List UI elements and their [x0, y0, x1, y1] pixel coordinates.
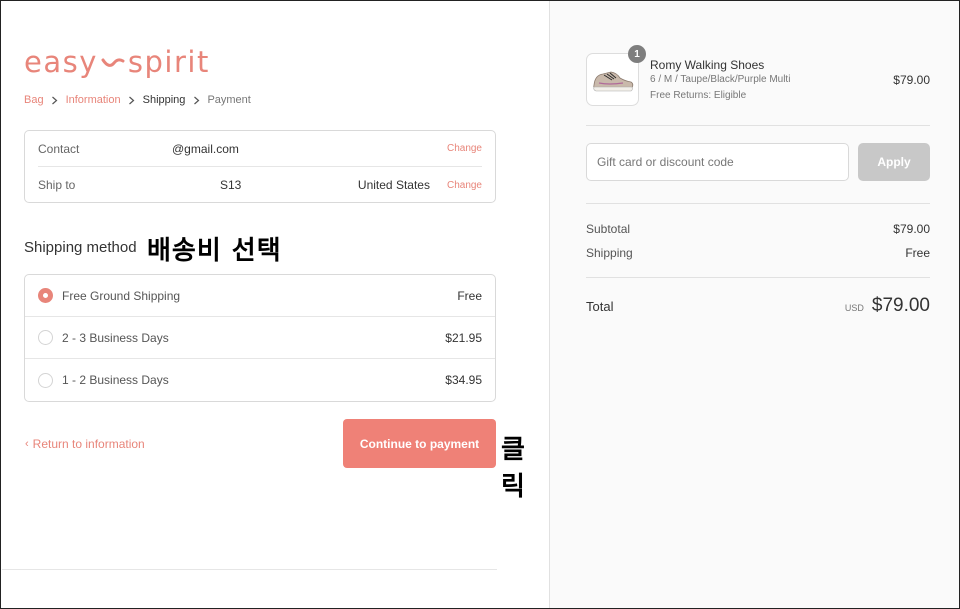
- chevron-right-icon: [185, 96, 207, 105]
- ship-to-row: Ship to S13 United States Change: [38, 167, 482, 203]
- ship-to-country: United States: [357, 178, 430, 192]
- shipping-option-2-3-days[interactable]: 2 - 3 Business Days $21.95: [25, 317, 495, 359]
- annotation-click: 클릭: [501, 435, 526, 502]
- shipping-options: Free Ground Shipping Free 2 - 3 Business…: [24, 274, 496, 402]
- shipping-option-1-2-days[interactable]: 1 - 2 Business Days $34.95: [25, 359, 495, 401]
- radio-unchecked-icon[interactable]: [38, 372, 53, 388]
- total-currency: USD: [844, 303, 864, 313]
- total-row: Total USD $79.00: [586, 293, 930, 319]
- shipping-label: Shipping: [586, 246, 633, 260]
- return-link-label: Return to information: [32, 437, 145, 451]
- apply-discount-button[interactable]: Apply: [858, 143, 930, 181]
- breadcrumb-bag[interactable]: Bag: [24, 94, 44, 106]
- shoe-image: [592, 71, 633, 91]
- product-name: Romy Walking Shoes: [650, 58, 765, 72]
- return-to-information-link[interactable]: ‹ Return to information: [25, 437, 145, 451]
- product-price: $79.00: [893, 73, 930, 87]
- breadcrumb-payment: Payment: [207, 94, 251, 106]
- radio-checked-icon[interactable]: [38, 288, 53, 303]
- order-summary: 1 Romy Walking Shoes 6 / M / Taupe/Black…: [549, 1, 959, 608]
- easy-spirit-logo[interactable]: easy spirit: [24, 44, 210, 80]
- breadcrumb-information[interactable]: Information: [66, 94, 121, 106]
- discount-code-input[interactable]: [586, 143, 849, 181]
- product-variant: 6 / M / Taupe/Black/Purple Multi: [650, 74, 791, 85]
- shipping-option-label: 2 - 3 Business Days: [62, 330, 169, 345]
- shipping-option-price: Free: [457, 288, 482, 303]
- shipping-option-price: $21.95: [445, 330, 482, 345]
- radio-unchecked-icon[interactable]: [38, 330, 53, 345]
- annotation-select-shipping: 배송비 선택: [147, 236, 282, 266]
- chevron-left-icon: ‹: [25, 438, 29, 450]
- shipping-value: Free: [905, 246, 930, 260]
- total-amount: $79.00: [871, 295, 930, 316]
- shipping-method-title: Shipping method: [24, 239, 137, 256]
- shipping-option-price: $34.95: [445, 373, 482, 387]
- review-info-box: Contact @gmail.com Change Ship to S13 Un…: [24, 130, 496, 203]
- footer-divider: [2, 569, 497, 570]
- total-label: Total: [586, 298, 614, 314]
- summary-divider: [586, 203, 930, 204]
- breadcrumb: Bag Information Shipping Payment: [24, 94, 251, 106]
- chevron-right-icon: [121, 96, 143, 105]
- shipping-option-label: 1 - 2 Business Days: [62, 373, 169, 387]
- change-contact-link[interactable]: Change: [447, 143, 482, 154]
- contact-row: Contact @gmail.com Change: [38, 131, 482, 167]
- chevron-right-icon: [44, 96, 66, 105]
- change-address-link[interactable]: Change: [447, 180, 482, 191]
- logo-text-spirit: spirit: [127, 45, 210, 79]
- summary-divider: [586, 277, 930, 278]
- logo-text-easy: easy: [24, 45, 98, 79]
- subtotal-row: Subtotal $79.00: [586, 222, 930, 236]
- ship-to-value: S13: [220, 178, 242, 192]
- checkout-main: easy spirit Bag Information Shipping Pay…: [1, 1, 549, 608]
- logo-swoosh-icon: [101, 58, 125, 67]
- contact-label: Contact: [38, 141, 80, 156]
- breadcrumb-shipping: Shipping: [142, 94, 186, 106]
- shipping-row: Shipping Free: [586, 246, 930, 260]
- total-amount-group: USD $79.00: [845, 295, 930, 317]
- shipping-option-label: Free Ground Shipping: [62, 288, 181, 303]
- subtotal-label: Subtotal: [586, 222, 631, 236]
- quantity-badge: 1: [628, 45, 646, 63]
- summary-divider: [586, 125, 930, 126]
- contact-value: @gmail.com: [172, 141, 239, 156]
- shipping-option-free-ground[interactable]: Free Ground Shipping Free: [25, 275, 495, 317]
- continue-to-payment-button[interactable]: Continue to payment: [343, 419, 496, 468]
- subtotal-value: $79.00: [893, 222, 930, 236]
- product-returns: Free Returns: Eligible: [650, 90, 747, 101]
- ship-to-label: Ship to: [38, 178, 76, 192]
